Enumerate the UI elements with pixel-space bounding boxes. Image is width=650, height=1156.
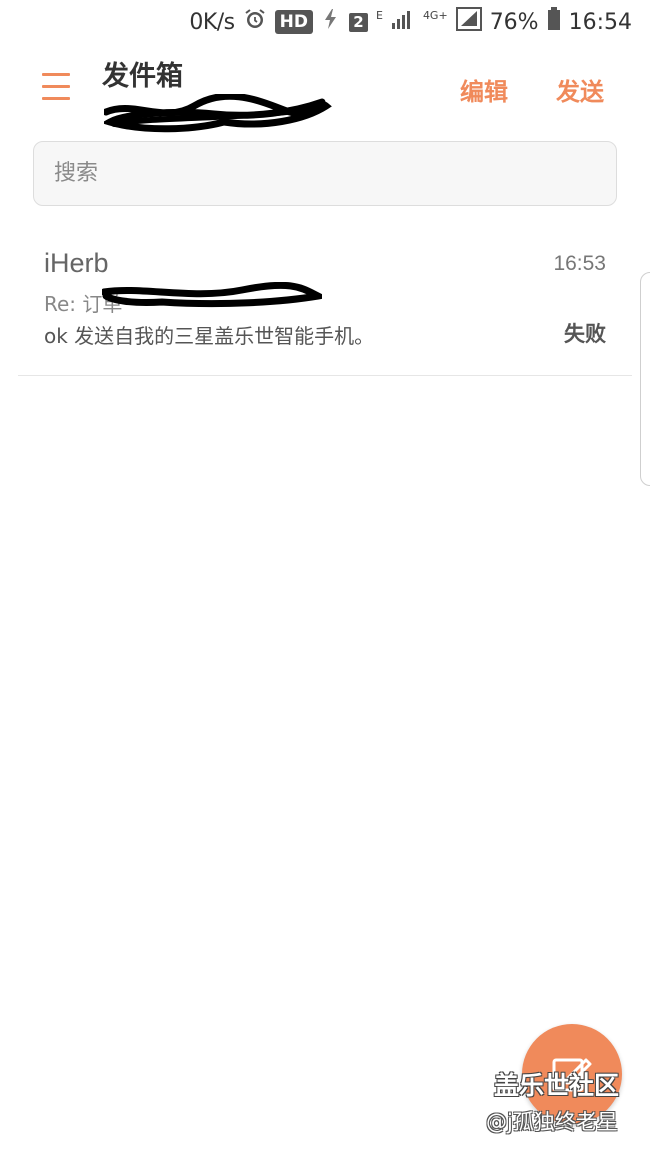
message-row[interactable]: iHerb 16:53 Re: 订单 ok 发送自我的三星盖乐世智能手机。 失败 bbox=[18, 230, 632, 376]
watermark-author: @j孤独终老星 bbox=[486, 1110, 618, 1134]
message-sender: iHerb bbox=[44, 248, 109, 278]
alarm-icon bbox=[243, 7, 267, 37]
page-title: 发件箱 bbox=[102, 61, 183, 92]
battery-icon bbox=[547, 7, 561, 37]
signal-box-icon bbox=[455, 7, 482, 37]
search-input[interactable] bbox=[54, 161, 616, 186]
network-type-4g: 4G+ bbox=[422, 9, 448, 22]
watermark-community: 盖乐世社区 bbox=[494, 1071, 620, 1100]
data-download-icon bbox=[321, 7, 341, 37]
email-outbox-screen: 0K/s HD 2 E 4G+ 76% 16:54 发件箱 编辑 发送 搜索 i… bbox=[0, 0, 650, 1156]
signal-icon bbox=[391, 8, 415, 36]
network-type-e: E bbox=[375, 9, 383, 22]
message-status-failed: 失败 bbox=[564, 322, 606, 346]
send-button[interactable]: 发送 bbox=[556, 72, 604, 107]
status-bar: 0K/s HD 2 E 4G+ 76% 16:54 bbox=[0, 0, 650, 44]
hd-badge: HD bbox=[274, 10, 313, 34]
search-box[interactable] bbox=[33, 141, 617, 206]
sim-badge: 2 bbox=[348, 12, 368, 32]
app-header: 发件箱 编辑 发送 bbox=[0, 44, 650, 136]
message-time: 16:53 bbox=[553, 252, 606, 275]
clock: 16:54 bbox=[568, 9, 632, 35]
account-address-redacted bbox=[101, 92, 334, 134]
battery-percent: 76% bbox=[489, 9, 539, 35]
net-speed: 0K/s bbox=[189, 9, 235, 35]
message-preview: ok 发送自我的三星盖乐世智能手机。 bbox=[44, 324, 375, 348]
scroll-handle[interactable] bbox=[640, 272, 650, 486]
menu-icon[interactable] bbox=[42, 71, 70, 103]
edit-button[interactable]: 编辑 bbox=[460, 72, 508, 107]
subject-redaction bbox=[100, 281, 330, 308]
